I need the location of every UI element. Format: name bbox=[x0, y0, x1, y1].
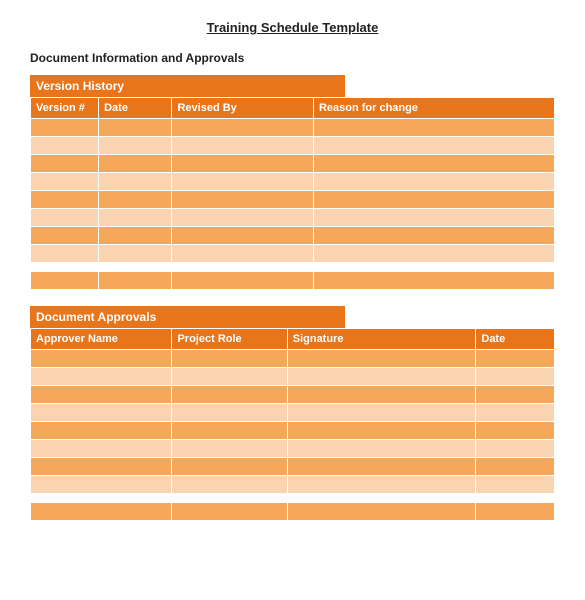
ap-col-date: Date bbox=[476, 329, 555, 350]
document-approvals-header: Document Approvals bbox=[30, 306, 345, 328]
table-row bbox=[31, 173, 555, 191]
ap-col-signature: Signature bbox=[287, 329, 476, 350]
table-row bbox=[31, 137, 555, 155]
page-title: Training Schedule Template bbox=[30, 20, 555, 35]
table-row-empty bbox=[31, 272, 555, 290]
vh-col-date: Date bbox=[99, 98, 172, 119]
table-row bbox=[31, 209, 555, 227]
ap-col-role: Project Role bbox=[172, 329, 287, 350]
ap-col-name: Approver Name bbox=[31, 329, 172, 350]
table-row bbox=[31, 245, 555, 263]
table-row bbox=[31, 350, 555, 368]
document-approvals-section: Document Approvals Approver Name Project… bbox=[30, 306, 555, 521]
table-row bbox=[31, 440, 555, 458]
table-row bbox=[31, 191, 555, 209]
vh-col-revised: Revised By bbox=[172, 98, 313, 119]
table-row bbox=[31, 119, 555, 137]
vh-col-reason: Reason for change bbox=[313, 98, 554, 119]
table-row bbox=[31, 404, 555, 422]
approvals-header-row: Approver Name Project Role Signature Dat… bbox=[31, 329, 555, 350]
version-history-table: Version # Date Revised By Reason for cha… bbox=[30, 97, 555, 290]
spacer-row bbox=[31, 494, 555, 503]
version-history-header: Version History bbox=[30, 75, 345, 97]
spacer-row bbox=[31, 263, 555, 272]
table-row bbox=[31, 368, 555, 386]
table-row bbox=[31, 458, 555, 476]
table-row bbox=[31, 386, 555, 404]
doc-info-label: Document Information and Approvals bbox=[30, 51, 555, 65]
version-history-section: Version History Version # Date Revised B… bbox=[30, 75, 555, 290]
table-row bbox=[31, 476, 555, 494]
document-approvals-table: Approver Name Project Role Signature Dat… bbox=[30, 328, 555, 521]
vh-col-version: Version # bbox=[31, 98, 99, 119]
table-row bbox=[31, 155, 555, 173]
table-row bbox=[31, 227, 555, 245]
table-row bbox=[31, 422, 555, 440]
version-history-header-row: Version # Date Revised By Reason for cha… bbox=[31, 98, 555, 119]
table-row-empty bbox=[31, 503, 555, 521]
